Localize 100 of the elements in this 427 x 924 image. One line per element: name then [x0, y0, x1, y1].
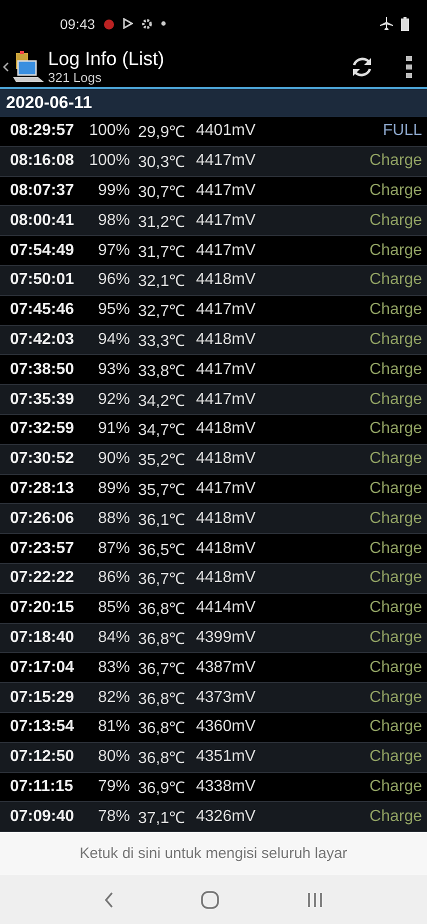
log-row[interactable]: 07:15:29 82% 36,8℃ 4373mV Charge	[0, 683, 427, 713]
voltage: 4351mV	[196, 748, 256, 766]
voltage: 4417mV	[196, 390, 256, 409]
log-time: 07:18:40	[10, 628, 76, 647]
battery-percent: 95%	[96, 301, 130, 320]
charge-status: Charge	[370, 718, 422, 736]
battery-percent: 81%	[96, 718, 130, 736]
temperature: 36,9℃	[138, 778, 186, 798]
charge-status: Charge	[370, 420, 422, 438]
log-row[interactable]: 07:22:22 86% 36,7℃ 4418mV Charge	[0, 564, 427, 594]
temperature: 29,9℃	[138, 123, 186, 142]
log-time: 08:07:37	[10, 182, 76, 200]
log-row[interactable]: 07:30:52 90% 35,2℃ 4418mV Charge	[0, 444, 427, 475]
temperature: 36,8℃	[138, 749, 186, 768]
log-row[interactable]: 07:50:01 96% 32,1℃ 4418mV Charge	[0, 266, 427, 296]
log-time: 07:38:50	[10, 360, 76, 379]
log-row[interactable]: 08:16:08 100% 30,3℃ 4417mV Charge	[0, 146, 427, 177]
log-time: 08:16:08	[10, 152, 76, 170]
battery-percent: 83%	[96, 658, 130, 677]
voltage: 4417mV	[196, 182, 256, 200]
battery-percent: 93%	[96, 360, 130, 379]
log-time: 07:42:03	[10, 330, 76, 349]
log-row[interactable]: 07:35:39 92% 34,2℃ 4417mV Charge	[0, 385, 427, 415]
log-time: 07:26:06	[10, 510, 76, 528]
airplane-icon	[380, 17, 393, 30]
voltage: 4360mV	[196, 718, 256, 736]
voltage: 4417mV	[196, 242, 256, 260]
voltage: 4418mV	[196, 510, 256, 528]
log-time: 07:09:40	[10, 808, 76, 826]
voltage: 4417mV	[196, 360, 256, 379]
back-icon[interactable]	[104, 892, 114, 908]
more-icon	[405, 55, 413, 79]
battery-percent: 86%	[96, 569, 130, 588]
voltage: 4417mV	[196, 480, 256, 498]
charge-status: Charge	[370, 182, 422, 200]
battery-percent: 99%	[96, 182, 130, 200]
charge-status: Charge	[370, 778, 422, 796]
log-row[interactable]: 07:12:50 80% 36,8℃ 4351mV Charge	[0, 742, 427, 773]
dot-icon	[161, 21, 166, 26]
voltage: 4418mV	[196, 271, 256, 290]
log-time: 07:23:57	[10, 540, 76, 558]
log-time: 07:15:29	[10, 688, 76, 707]
log-time: 07:12:50	[10, 748, 76, 766]
charge-status: Charge	[370, 480, 422, 498]
battery-percent: 80%	[96, 748, 130, 766]
temperature: 30,3℃	[138, 153, 186, 172]
voltage: 4418mV	[196, 420, 256, 438]
charge-status: Charge	[370, 569, 422, 588]
charge-status: Charge	[370, 450, 422, 468]
log-time: 07:45:46	[10, 301, 76, 320]
charge-status: Charge	[370, 301, 422, 320]
charge-status: Charge	[370, 599, 422, 618]
charge-status: Charge	[370, 808, 422, 826]
temperature: 35,7℃	[138, 480, 186, 500]
temperature: 35,2℃	[138, 451, 186, 470]
log-row[interactable]: 07:42:03 94% 33,3℃ 4418mV Charge	[0, 326, 427, 356]
log-count: 321 Logs	[48, 70, 102, 85]
charge-status: Charge	[370, 510, 422, 528]
home-icon[interactable]	[201, 890, 220, 908]
log-time: 08:29:57	[10, 122, 76, 140]
recents-icon[interactable]	[307, 892, 324, 908]
battery-percent: 100%	[88, 152, 130, 170]
voltage: 4417mV	[196, 301, 256, 320]
voltage: 4326mV	[196, 808, 256, 826]
charge-status: Charge	[370, 748, 422, 766]
charge-status: Charge	[370, 658, 422, 677]
temperature: 36,7℃	[138, 660, 186, 679]
temperature: 32,7℃	[138, 302, 186, 322]
log-row[interactable]: 07:18:40 84% 36,8℃ 4399mV Charge	[0, 624, 427, 654]
log-time: 07:17:04	[10, 658, 76, 677]
temperature: 34,7℃	[138, 421, 186, 440]
temperature: 33,3℃	[138, 332, 186, 351]
voltage: 4418mV	[196, 450, 256, 468]
battery-percent: 97%	[96, 242, 130, 260]
temperature: 36,7℃	[138, 570, 186, 590]
log-time: 07:11:15	[10, 778, 74, 796]
voltage: 4417mV	[196, 152, 256, 170]
battery-percent: 85%	[96, 599, 130, 618]
play-icon	[123, 18, 134, 29]
temperature: 36,8℃	[138, 630, 186, 649]
battery-percent: 96%	[96, 271, 130, 290]
log-row[interactable]: 08:00:41 98% 31,2℃ 4417mV Charge	[0, 206, 427, 236]
voltage: 4417mV	[196, 212, 256, 230]
charge-status: Charge	[370, 540, 422, 558]
log-time: 08:00:41	[10, 212, 76, 230]
charge-status: Charge	[370, 212, 422, 230]
temperature: 36,1℃	[138, 510, 186, 530]
battery-percent: 90%	[96, 450, 130, 468]
battery-percent: 94%	[96, 330, 130, 349]
log-time: 07:54:49	[10, 242, 76, 260]
battery-percent: 78%	[96, 808, 130, 826]
voltage: 4414mV	[196, 599, 256, 618]
clock: 09:43	[60, 16, 96, 32]
battery-percent: 82%	[96, 688, 130, 707]
voltage: 4418mV	[196, 540, 256, 558]
log-row[interactable]: 07:09:40 78% 37,1℃ 4326mV Charge	[0, 802, 427, 832]
voltage: 4387mV	[196, 658, 256, 677]
log-time: 07:30:52	[10, 450, 76, 468]
battery-percent: 89%	[96, 480, 130, 498]
log-row[interactable]: 07:26:06 88% 36,1℃ 4418mV Charge	[0, 504, 427, 534]
